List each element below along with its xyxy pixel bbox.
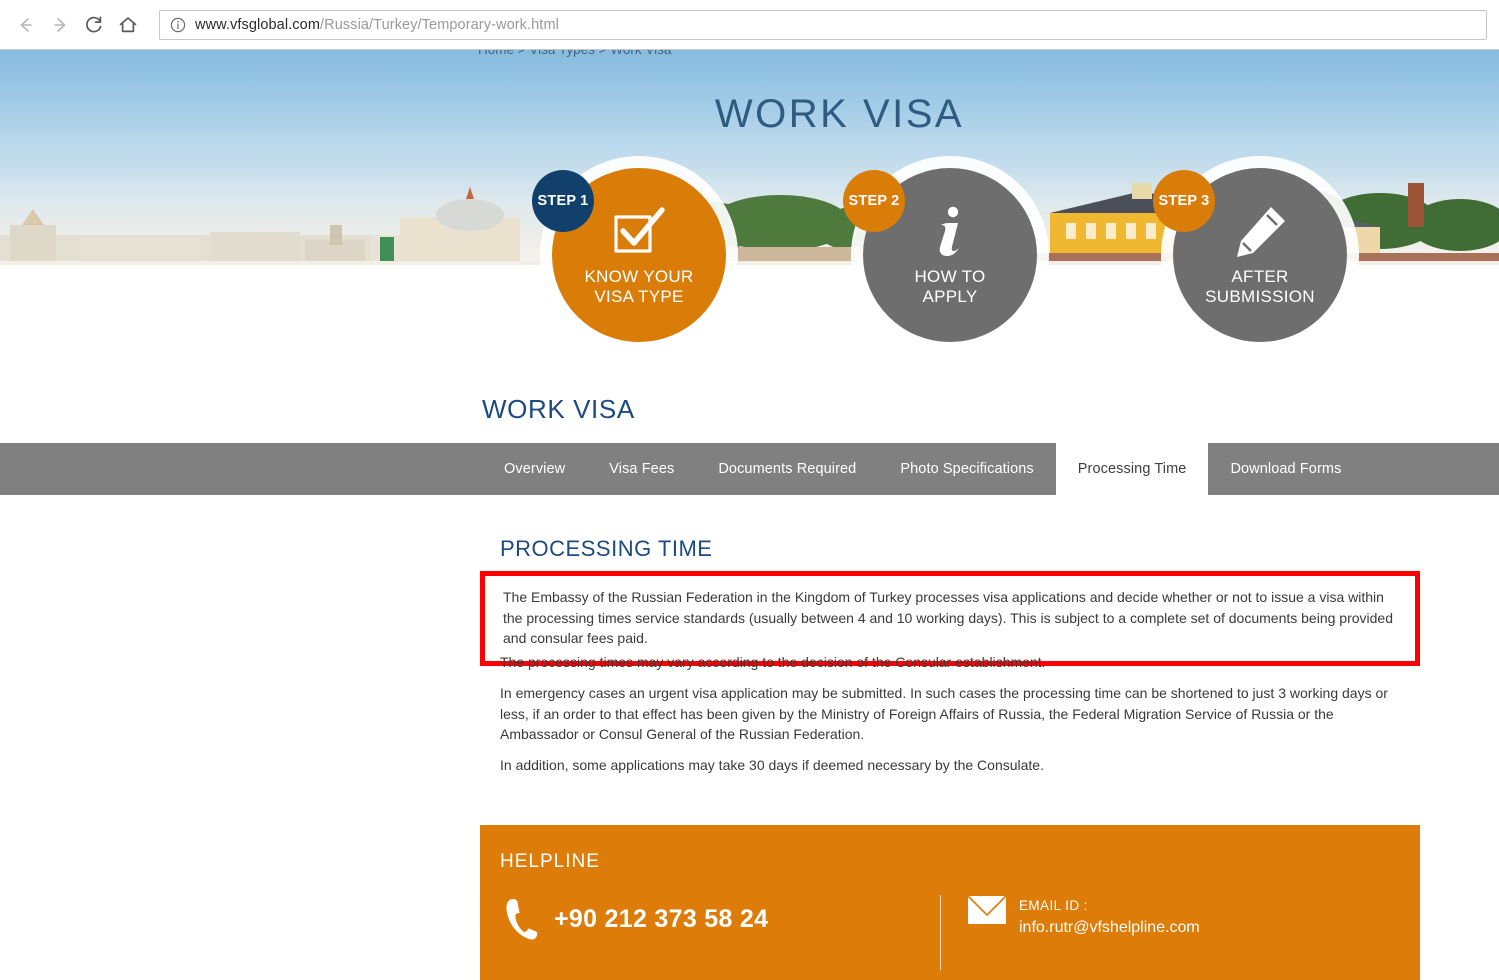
tab-processing-time[interactable]: Processing Time [1055,443,1209,495]
info-italic-icon [926,203,974,261]
home-button[interactable] [111,8,145,42]
step-badge: STEP 3 [1153,170,1215,232]
reload-icon [86,15,102,32]
phone-icon [500,895,544,943]
url-host: www.vfsglobal.com [195,16,320,33]
step-card-3[interactable]: AFTER SUBMISSION STEP 3 [1153,156,1359,354]
tab-download-forms[interactable]: Download Forms [1208,443,1363,495]
highlighted-paragraph: The Embassy of the Russian Federation in… [503,589,1393,646]
step-caption-line2: SUBMISSION [1205,287,1315,306]
reload-button[interactable] [77,8,111,42]
step-caption: KNOW YOUR VISA TYPE [584,267,693,307]
helpline-phone-number: +90 212 373 58 24 [554,904,769,933]
helpline-title: HELPLINE [500,851,600,872]
tab-overview[interactable]: Overview [482,443,587,495]
step-card-1[interactable]: KNOW YOUR VISA TYPE STEP 1 [532,156,738,354]
arrow-left-icon [20,17,32,32]
forward-button[interactable] [43,8,77,42]
step-badge: STEP 1 [532,170,594,232]
step-caption-line2: VISA TYPE [594,287,684,306]
arrow-right-icon [54,17,66,32]
helpline-panel: HELPLINE +90 212 373 58 24 EMAIL ID : in… [480,825,1420,980]
step-card-2[interactable]: HOW TO APPLY STEP 2 [843,156,1049,354]
helpline-phone-block[interactable]: +90 212 373 58 24 [500,895,940,943]
pencil-icon [1231,203,1289,261]
section-title: PROCESSING TIME [500,536,713,561]
email-label: EMAIL ID : [1019,898,1088,913]
step-caption-line1: AFTER [1231,267,1289,286]
home-icon [119,16,137,32]
tab-bar: Overview Visa Fees Documents Required Ph… [0,443,1499,495]
address-bar[interactable]: www.vfsglobal.com/Russia/Turkey/Temporar… [159,9,1487,40]
helpline-email-block[interactable]: EMAIL ID : info.rutr@vfshelpline.com [967,895,1200,939]
paragraph-2: The processing times may vary according … [500,654,1046,670]
envelope-icon [967,895,1007,925]
step-badge: STEP 2 [843,170,905,232]
back-button[interactable] [9,8,43,42]
paragraph-4: In addition, some applications may take … [500,757,1044,773]
helpline-divider [940,895,941,970]
info-circle-icon[interactable] [170,17,186,33]
paragraph-3: In emergency cases an urgent visa applic… [500,685,1388,742]
tab-photo-specifications[interactable]: Photo Specifications [878,443,1055,495]
breadcrumb[interactable]: Home > Visa Types > Work Visa [478,50,671,57]
browser-toolbar: www.vfsglobal.com/Russia/Turkey/Temporar… [0,0,1499,50]
url-path: /Russia/Turkey/Temporary-work.html [320,16,559,33]
tab-documents-required[interactable]: Documents Required [696,443,878,495]
steps-row: KNOW YOUR VISA TYPE STEP 1 HOW TO APPLY … [0,150,1499,365]
step-caption: HOW TO APPLY [914,267,985,307]
step-caption-line1: HOW TO [914,267,986,286]
checkbox-check-icon [610,203,668,261]
step-caption: AFTER SUBMISSION [1205,267,1315,307]
url-text: www.vfsglobal.com/Russia/Turkey/Temporar… [195,17,559,33]
step-caption-line1: KNOW YOUR [584,267,694,286]
page-title: WORK VISA [482,394,635,424]
email-address: info.rutr@vfshelpline.com [1019,919,1200,936]
banner-title: WORK VISA [714,92,965,136]
step-caption-line2: APPLY [922,287,978,306]
tab-visa-fees[interactable]: Visa Fees [587,443,696,495]
